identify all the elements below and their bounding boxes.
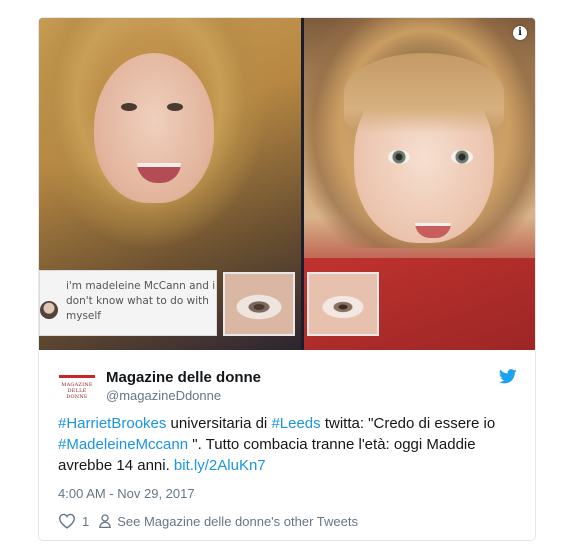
tweet-text-part: twitta: "Credo di essere io bbox=[320, 415, 496, 432]
display-name[interactable]: Magazine delle donne bbox=[106, 369, 261, 386]
hashtag-madeleinemccann[interactable]: #MadeleineMccann bbox=[58, 436, 188, 453]
image-caption-text: i'm madeleine McCann and i don't know wh… bbox=[66, 280, 216, 322]
person-icon bbox=[99, 514, 112, 528]
tweet-media[interactable]: i'm madeleine McCann and i don't know wh… bbox=[39, 18, 535, 350]
tweet-text-part: universitaria di bbox=[166, 415, 272, 432]
info-icon[interactable]: i bbox=[513, 26, 527, 40]
eye-closeup-right bbox=[307, 272, 379, 336]
tweet-timestamp[interactable]: 4:00 AM - Nov 29, 2017 bbox=[58, 486, 195, 501]
account-logo[interactable]: MAGAZINE DELLE DONNE bbox=[59, 375, 95, 400]
heart-icon[interactable] bbox=[58, 513, 76, 529]
tweet-body: #HarrietBrookes universitaria di #Leeds … bbox=[58, 413, 520, 476]
eye-closeup-left bbox=[223, 272, 295, 336]
tweet-link[interactable]: bit.ly/2AluKn7 bbox=[174, 457, 266, 474]
see-other-tweets-link[interactable]: See Magazine delle donne's other Tweets bbox=[117, 514, 358, 529]
hashtag-leeds[interactable]: #Leeds bbox=[271, 415, 320, 432]
tweet-actions: 1 See Magazine delle donne's other Tweet… bbox=[58, 511, 358, 531]
caption-avatar bbox=[40, 301, 58, 319]
embedded-tweet-card: i'm madeleine McCann and i don't know wh… bbox=[38, 17, 536, 541]
image-caption-box: i'm madeleine McCann and i don't know wh… bbox=[39, 270, 217, 336]
logo-text: MAGAZINE DELLE DONNE bbox=[61, 382, 93, 400]
like-count[interactable]: 1 bbox=[82, 514, 89, 529]
twitter-bird-icon[interactable] bbox=[499, 369, 517, 384]
user-handle[interactable]: @magazineDdonne bbox=[106, 388, 221, 403]
hashtag-harrietbrookes[interactable]: #HarrietBrookes bbox=[58, 415, 166, 432]
